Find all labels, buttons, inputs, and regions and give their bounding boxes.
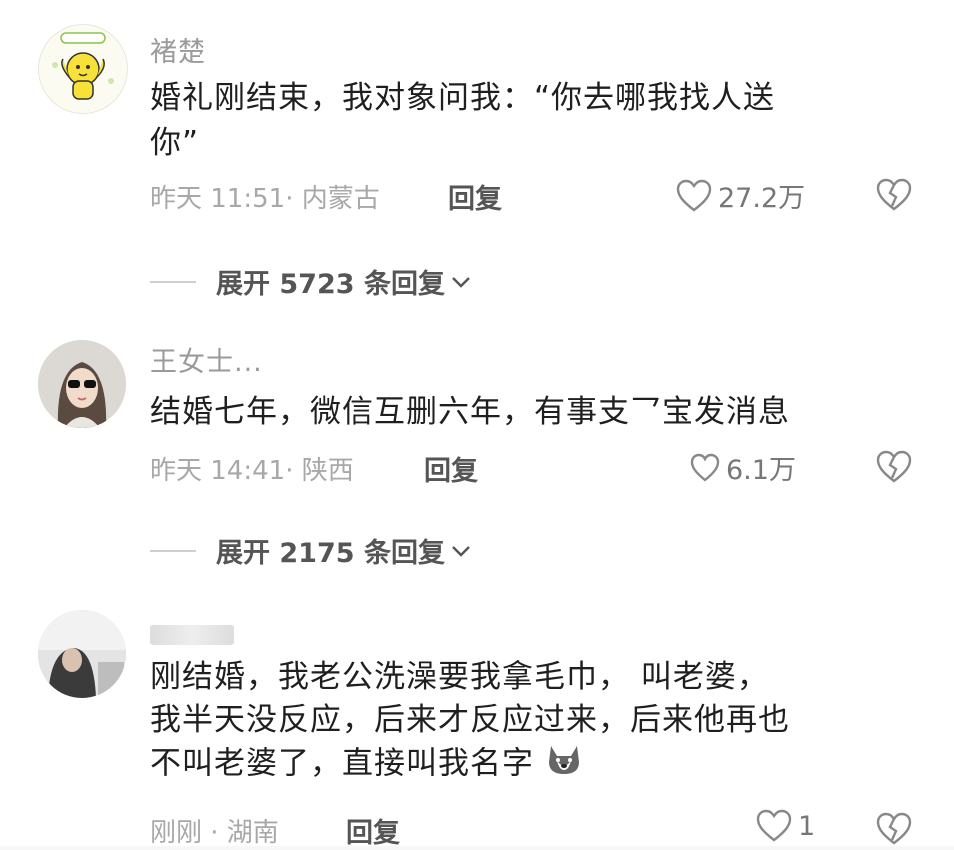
- comment-line: 不叫老婆了，直接叫我名字: [150, 742, 910, 788]
- broken-heart-icon: [876, 178, 912, 211]
- expand-replies-label: 展开 5723 条回复: [216, 269, 445, 300]
- comment-meta: 刚刚 · 湖南: [150, 818, 279, 848]
- dislike-button[interactable]: [876, 450, 912, 488]
- reply-button[interactable]: 回复: [424, 449, 478, 488]
- chevron-down-icon: [452, 276, 470, 288]
- expand-replies-label: 展开 2175 条回复: [216, 538, 445, 569]
- dislike-button[interactable]: [876, 178, 912, 216]
- user-avatar[interactable]: [38, 610, 126, 698]
- broken-heart-icon: [876, 450, 912, 483]
- photo-avatar-icon: [38, 610, 126, 698]
- username[interactable]: 王女士...: [150, 340, 263, 379]
- reply-button[interactable]: 回复: [448, 177, 502, 216]
- comment-item: 褚楚 婚礼刚结束，我对象问我：“你去哪我找人送 你” 昨天 11:51· 内蒙古…: [0, 0, 954, 310]
- like-button[interactable]: 27.2万: [676, 176, 805, 215]
- like-button[interactable]: 6.1万: [690, 448, 796, 487]
- like-count: 6.1万: [726, 455, 796, 486]
- expand-replies-button[interactable]: 展开 5723 条回复: [150, 262, 471, 301]
- dislike-button[interactable]: [876, 812, 912, 850]
- reply-button[interactable]: 回复: [346, 811, 400, 850]
- woman-sunglasses-avatar-icon: [38, 340, 126, 428]
- expand-replies-button[interactable]: 展开 2175 条回复: [150, 531, 471, 570]
- comment-item: 王女士... 结婚七年，微信互删六年，有事支乛宝发消息 昨天 14:41· 陕西…: [0, 310, 954, 590]
- comment-line: 结婚七年，微信互删六年，有事支乛宝发消息: [150, 394, 790, 430]
- like-button[interactable]: 1: [756, 809, 815, 843]
- comment-text: 刚结婚，我老公洗澡要我拿毛巾， 叫老婆， 我半天没反应，后来才反应过来，后来他再…: [150, 656, 910, 788]
- divider-line: [150, 280, 196, 283]
- user-avatar[interactable]: [38, 340, 126, 428]
- heart-icon: [756, 809, 792, 842]
- comment-meta: 昨天 11:51· 内蒙古: [150, 184, 380, 214]
- comment-meta: 昨天 14:41· 陕西: [150, 456, 354, 486]
- user-avatar[interactable]: [38, 24, 128, 114]
- comment-list: 褚楚 婚礼刚结束，我对象问我：“你去哪我找人送 你” 昨天 11:51· 内蒙古…: [0, 0, 954, 849]
- heart-icon: [676, 179, 712, 212]
- comment-line: 刚结婚，我老公洗澡要我拿毛巾， 叫老婆，: [150, 659, 769, 695]
- like-count: 27.2万: [718, 183, 806, 214]
- broken-heart-icon: [876, 812, 912, 845]
- comment-line: 婚礼刚结束，我对象问我：“你去哪我找人送: [150, 80, 776, 116]
- username[interactable]: 褚楚: [150, 30, 206, 69]
- comment-line: 我半天没反应，后来才反应过来，后来他再也: [150, 702, 790, 738]
- heart-icon: [690, 453, 720, 482]
- comment-line: 你”: [150, 125, 200, 161]
- username-placeholder: [150, 624, 234, 645]
- like-count: 1: [798, 810, 816, 842]
- username[interactable]: [150, 618, 234, 649]
- comment-item: 刚结婚，我老公洗澡要我拿毛巾， 叫老婆， 我半天没反应，后来才反应过来，后来他再…: [0, 590, 954, 849]
- comment-text: 婚礼刚结束，我对象问我：“你去哪我找人送 你”: [150, 76, 910, 166]
- comment-text: 结婚七年，微信互删六年，有事支乛宝发消息: [150, 390, 910, 435]
- husky-dog-emoji-icon: [545, 742, 583, 788]
- chevron-down-icon: [452, 545, 470, 557]
- divider-line: [150, 549, 196, 552]
- yellow-cartoon-avatar-icon: [52, 32, 114, 100]
